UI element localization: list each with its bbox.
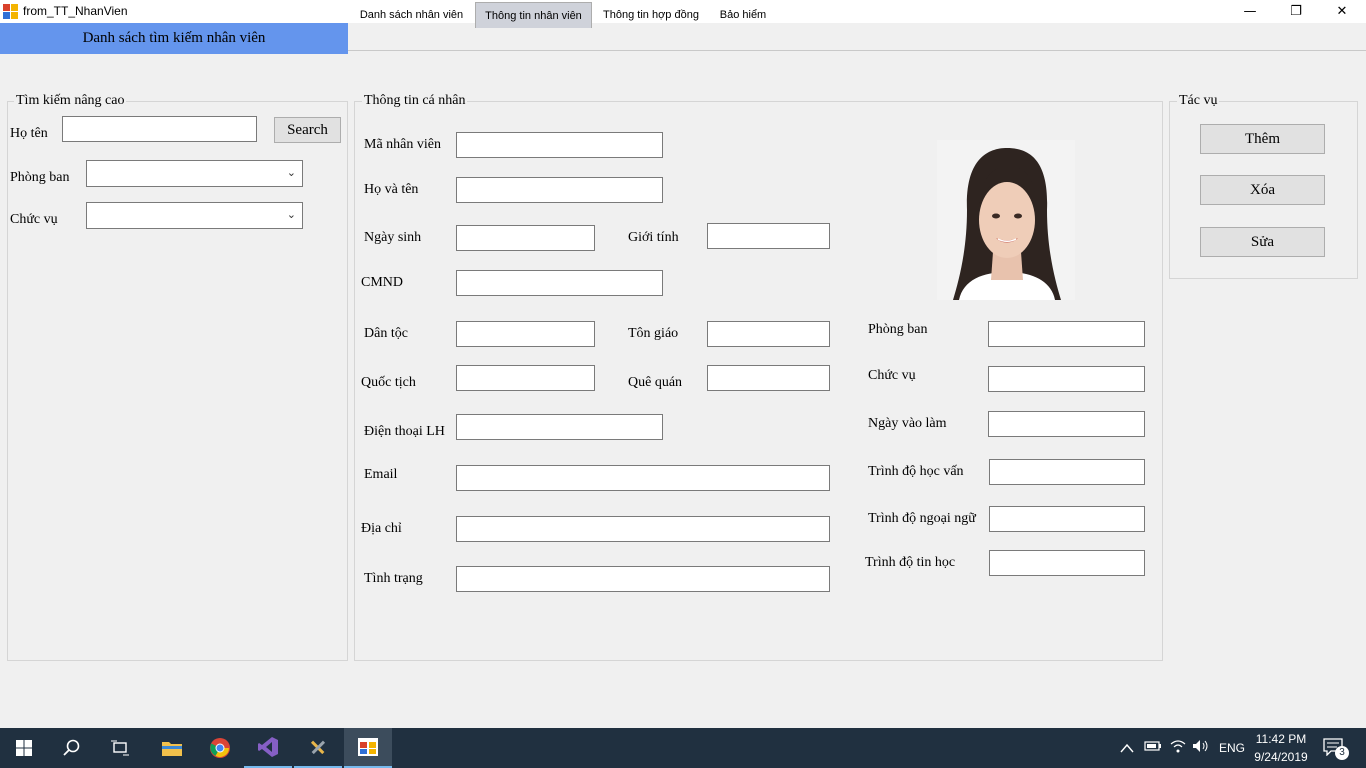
windows-start-icon[interactable] — [0, 728, 48, 768]
religion-label: Tôn giáo — [628, 326, 679, 341]
chevron-up-icon[interactable] — [1120, 741, 1134, 758]
hometown-label: Quê quán — [628, 375, 683, 390]
id-card-input[interactable] — [456, 270, 663, 296]
edit-button[interactable]: Sửa — [1200, 227, 1325, 257]
gender-label: Giới tính — [628, 230, 679, 245]
advanced-search-title: Tìm kiếm nâng cao — [14, 93, 127, 109]
it-skill-label: Trình độ tin học — [865, 555, 956, 570]
position-label: Chức vụ — [868, 368, 916, 383]
id-card-label: CMND — [361, 275, 404, 290]
task-view-icon[interactable] — [96, 728, 144, 768]
employee-id-input[interactable] — [456, 132, 663, 158]
notification-center-icon[interactable]: 3 — [1323, 738, 1349, 760]
chrome-icon[interactable] — [196, 728, 244, 768]
chevron-down-icon: ⌄ — [286, 208, 296, 221]
birth-date-input[interactable] — [456, 225, 595, 251]
language-indicator[interactable]: ENG — [1219, 741, 1245, 755]
ethnicity-label: Dân tộc — [364, 326, 408, 341]
employee-id-label: Mã nhân viên — [364, 137, 441, 152]
add-button[interactable]: Thêm — [1200, 124, 1325, 154]
search-position-combo[interactable]: ⌄ — [86, 202, 303, 229]
clock-date[interactable]: 9/24/2019 — [1246, 750, 1316, 764]
notification-count: 3 — [1335, 746, 1349, 760]
status-input[interactable] — [456, 566, 830, 592]
employee-photo — [937, 140, 1075, 300]
department-input[interactable] — [988, 321, 1145, 347]
birth-date-label: Ngày sinh — [364, 230, 422, 245]
volume-icon[interactable] — [1192, 739, 1210, 758]
minimize-button[interactable]: — — [1227, 0, 1273, 23]
nationality-input[interactable] — [456, 365, 595, 391]
tab-insurance[interactable]: Bảo hiểm — [710, 2, 776, 28]
search-list-header[interactable]: Danh sách tìm kiếm nhân viên — [0, 23, 348, 54]
search-position-label: Chức vụ — [10, 212, 58, 227]
address-input[interactable] — [456, 516, 830, 542]
status-label: Tình trạng — [364, 571, 423, 586]
position-input[interactable] — [988, 366, 1145, 392]
gender-input[interactable] — [707, 223, 830, 249]
tools-icon[interactable] — [294, 728, 342, 768]
delete-button[interactable]: Xóa — [1200, 175, 1325, 205]
ethnicity-input[interactable] — [456, 321, 595, 347]
start-date-label: Ngày vào làm — [868, 416, 947, 431]
language-label: Trình độ ngoại ngữ — [868, 511, 976, 526]
app-icon — [3, 4, 18, 19]
hometown-input[interactable] — [707, 365, 830, 391]
full-name-input[interactable] — [456, 177, 663, 203]
tab-employee-list[interactable]: Danh sách nhân viên — [353, 2, 470, 28]
start-date-input[interactable] — [988, 411, 1145, 437]
tab-employee-info[interactable]: Thông tin nhân viên — [475, 2, 592, 28]
tab-contract-info[interactable]: Thông tin hợp đồng — [596, 2, 706, 28]
search-department-label: Phòng ban — [10, 170, 70, 185]
close-button[interactable]: ✕ — [1319, 0, 1365, 23]
address-label: Địa chỉ — [361, 521, 402, 536]
education-input[interactable] — [989, 459, 1145, 485]
nationality-label: Quốc tịch — [361, 375, 416, 390]
full-name-label: Họ và tên — [364, 182, 419, 197]
clock-time[interactable]: 11:42 PM — [1246, 732, 1316, 746]
search-name-label: Họ tên — [10, 126, 48, 141]
search-icon[interactable] — [48, 728, 96, 768]
phone-label: Điện thoại LH — [364, 424, 445, 439]
email-label: Email — [364, 467, 398, 482]
personal-info-title: Thông tin cá nhân — [362, 93, 468, 109]
app-form-icon[interactable] — [344, 728, 392, 768]
window-title: from_TT_NhanVien — [23, 4, 128, 18]
phone-input[interactable] — [456, 414, 663, 440]
battery-icon[interactable] — [1144, 740, 1162, 757]
search-department-combo[interactable]: ⌄ — [86, 160, 303, 187]
religion-input[interactable] — [707, 321, 830, 347]
visual-studio-icon[interactable] — [244, 728, 292, 768]
wifi-icon[interactable] — [1170, 739, 1186, 758]
actions-title: Tác vụ — [1177, 93, 1220, 109]
restore-button[interactable]: ❐ — [1273, 0, 1319, 23]
education-label: Trình độ học vấn — [868, 464, 964, 479]
it-skill-input[interactable] — [989, 550, 1145, 576]
search-button[interactable]: Search — [274, 117, 341, 143]
email-input[interactable] — [456, 465, 830, 491]
search-name-input[interactable] — [62, 116, 257, 142]
department-label: Phòng ban — [868, 322, 928, 337]
chevron-down-icon: ⌄ — [286, 166, 296, 179]
language-input[interactable] — [989, 506, 1145, 532]
file-explorer-icon[interactable] — [148, 728, 196, 768]
